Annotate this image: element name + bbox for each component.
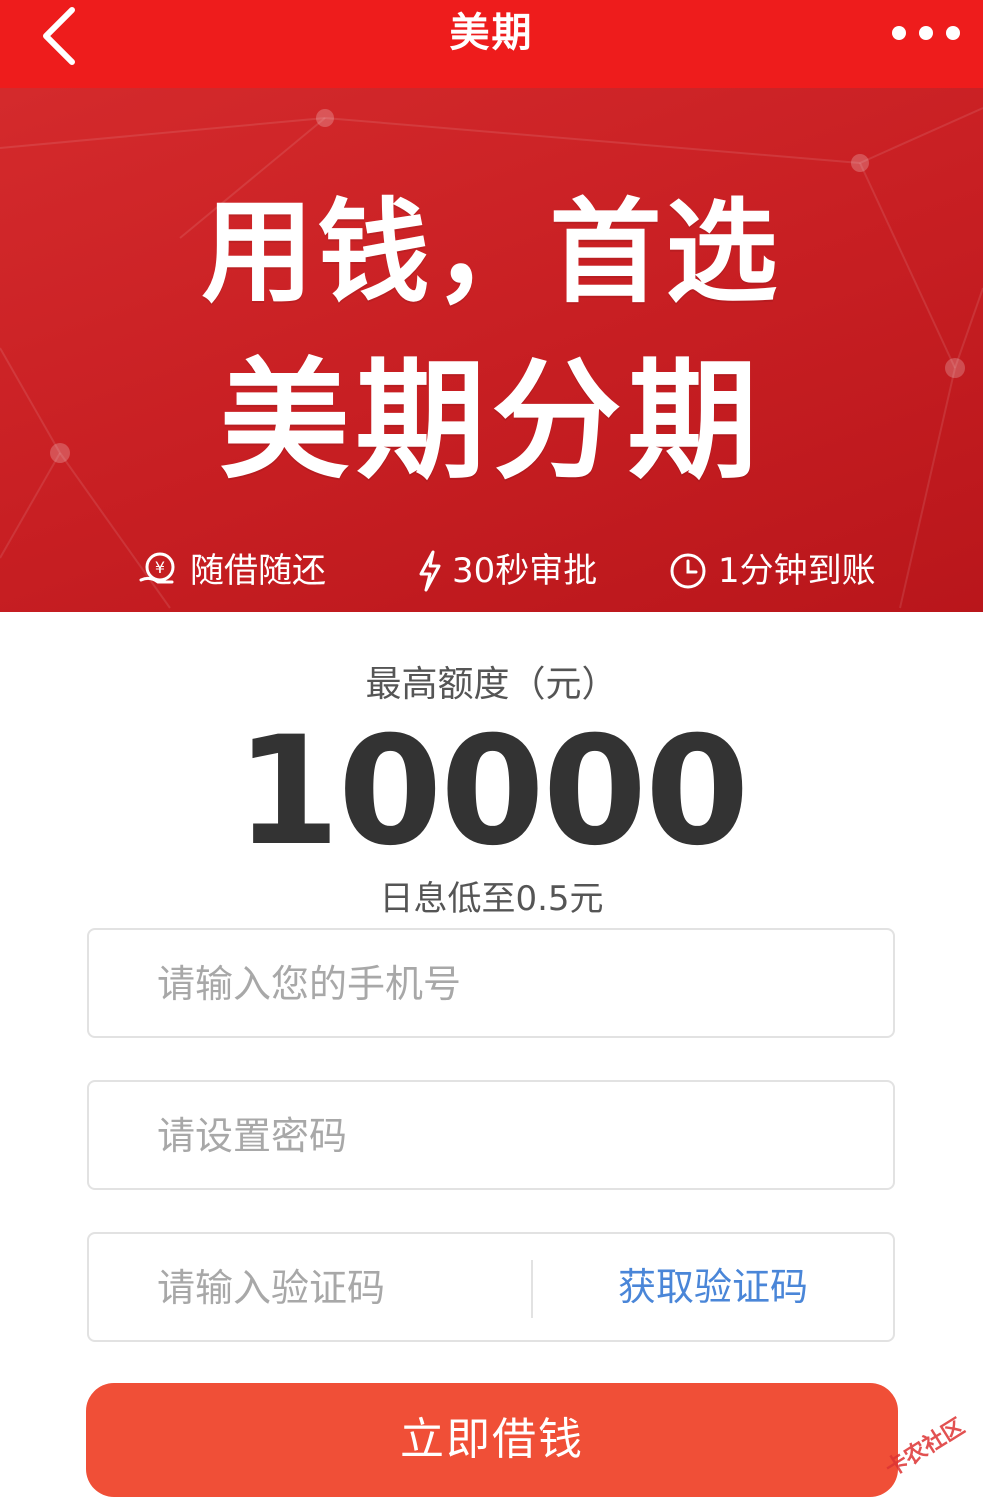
top-nav-bar: 美期 (0, 0, 983, 88)
verification-code-field: 获取验证码 (87, 1232, 895, 1342)
clock-icon (670, 553, 706, 589)
phone-input[interactable] (155, 930, 839, 1038)
phone-field (87, 928, 895, 1038)
max-limit-value: 10000 (235, 705, 750, 879)
feature-label: 1分钟到账 (718, 551, 876, 591)
lightning-icon (419, 550, 441, 592)
feature-list: ¥ 随借随还 30秒审批 1分钟到账 (0, 546, 983, 596)
feature-label: 30秒审批 (452, 551, 598, 591)
feature-label: 随借随还 (190, 551, 326, 591)
max-limit-label: 最高额度（元） (365, 664, 618, 705)
yen-hand-icon: ¥ (139, 552, 175, 584)
more-dots-icon (892, 26, 960, 40)
feature-item-repay: ¥ 随借随还 (138, 546, 326, 596)
feature-item-approval: 30秒审批 (418, 546, 597, 596)
banner-headline-line2: 美期分期 (219, 345, 764, 497)
more-button[interactable] (891, 18, 961, 48)
svg-text:¥: ¥ (155, 558, 165, 577)
page-title: 美期 (449, 10, 534, 56)
banner-headline-line1: 用钱，首选 (201, 188, 782, 318)
borrow-now-button[interactable]: 立即借钱 (86, 1383, 898, 1497)
feature-item-arrival: 1分钟到账 (668, 546, 876, 596)
get-code-button[interactable]: 获取验证码 (533, 1234, 893, 1340)
verification-code-input[interactable] (155, 1234, 519, 1342)
daily-interest-text: 日息低至0.5元 (379, 879, 604, 919)
promo-banner: 用钱，首选 美期分期 ¥ 随借随还 30秒审批 1分钟到账 (0, 88, 983, 612)
password-input[interactable] (155, 1082, 839, 1190)
password-field (87, 1080, 895, 1190)
